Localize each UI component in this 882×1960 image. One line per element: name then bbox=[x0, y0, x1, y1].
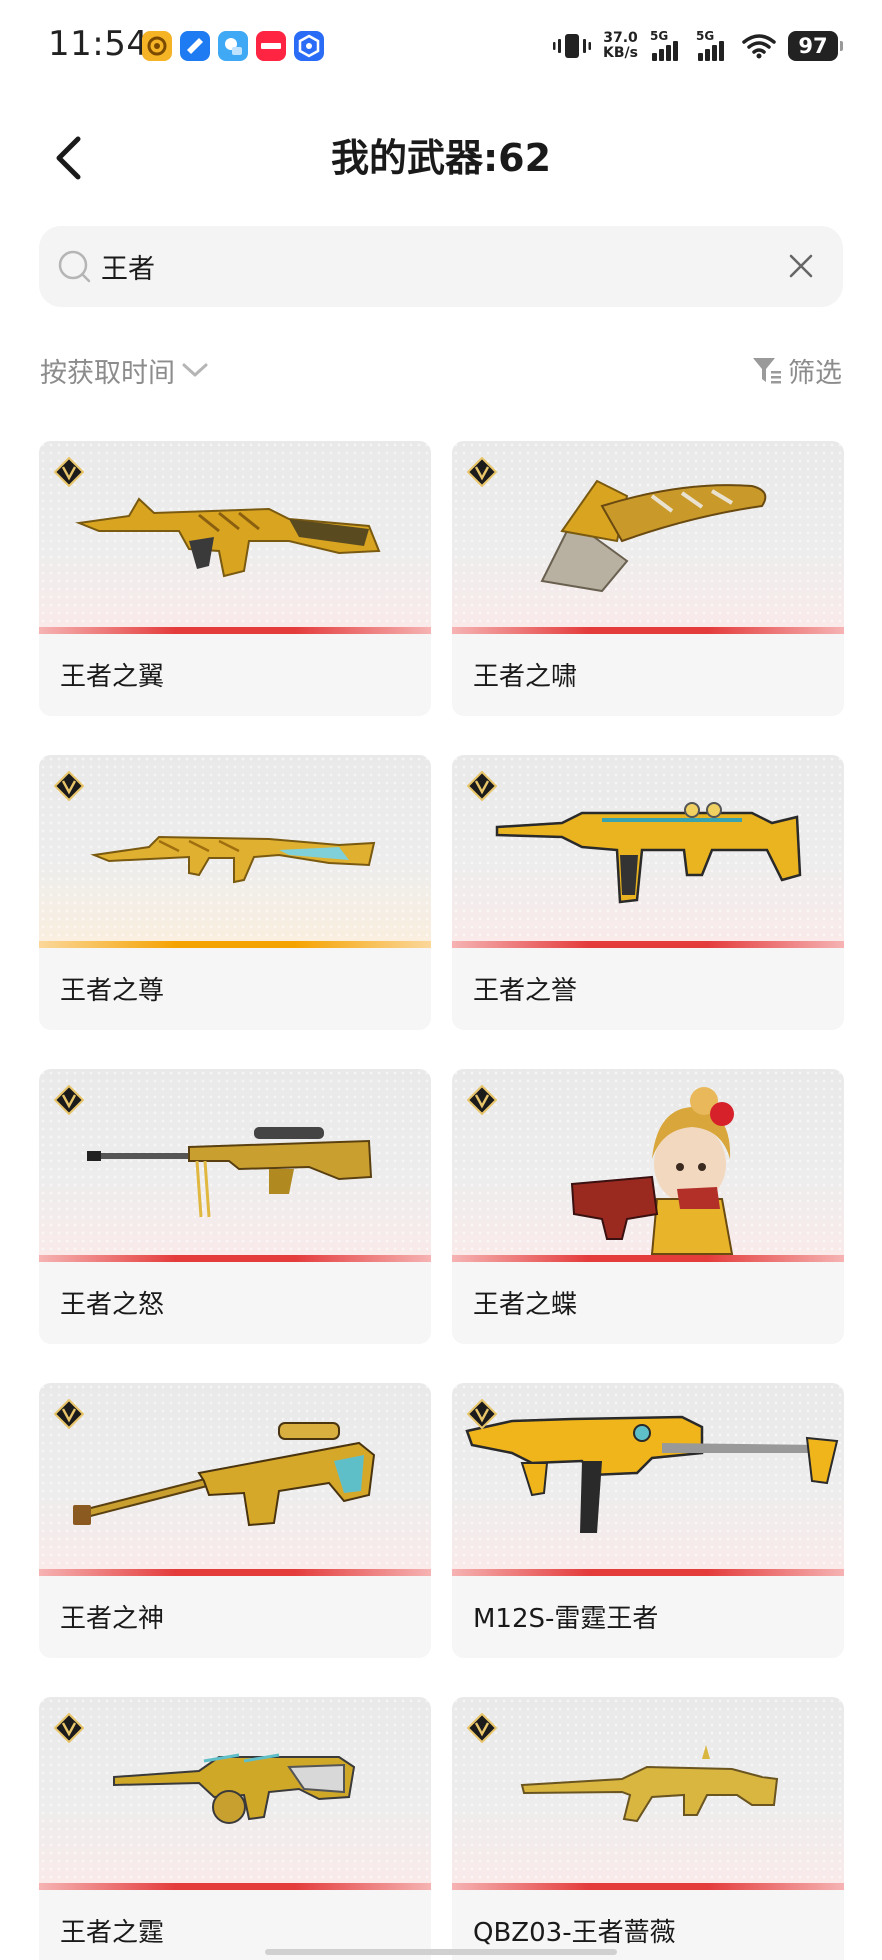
vibrate-icon bbox=[553, 34, 592, 58]
weapon-grid: 王者之翼 王者之啸 王者之尊 王者之誉 王者之怒 王者之蝶 王者之神 M12S-… bbox=[39, 441, 844, 1960]
character-with-guns-icon bbox=[570, 1087, 734, 1255]
weapon-list-screen: 11:54 37.0 KB/s 5G 5G 97 我的武器:62 王者 按获取时… bbox=[0, 0, 882, 1960]
vip-badge-icon bbox=[467, 1085, 497, 1115]
vip-badge-icon bbox=[54, 457, 84, 487]
weapon-name: QBZ03-王者蔷薇 bbox=[473, 1918, 676, 1948]
filter-button[interactable]: 筛选 bbox=[752, 350, 842, 390]
vip-badge-icon bbox=[467, 1713, 497, 1743]
weapon-card[interactable]: 王者之翼 bbox=[39, 441, 431, 716]
rifle-icon bbox=[520, 1745, 779, 1823]
weapon-card[interactable]: QBZ03-王者蔷薇 bbox=[452, 1697, 844, 1960]
weapon-card[interactable]: 王者之蝶 bbox=[452, 1069, 844, 1344]
status-time: 11:54 bbox=[48, 24, 149, 64]
clear-search-button[interactable] bbox=[781, 246, 821, 286]
machine-gun-icon bbox=[113, 1753, 356, 1824]
rifle-icon bbox=[75, 497, 381, 578]
submachine-gun-icon bbox=[465, 1415, 839, 1533]
weapon-card[interactable]: M12S-雷霆王者 bbox=[452, 1383, 844, 1658]
assault-rifle-icon bbox=[495, 802, 802, 904]
weapon-image-area bbox=[39, 1069, 431, 1262]
cellular-signal-2-icon: 5G bbox=[696, 29, 730, 61]
weapon-name: 王者之蝶 bbox=[473, 1290, 578, 1320]
wifi-icon bbox=[742, 34, 776, 59]
weapon-card[interactable]: 王者之啸 bbox=[452, 441, 844, 716]
vip-badge-icon bbox=[467, 457, 497, 487]
home-indicator[interactable] bbox=[265, 1949, 617, 1955]
vip-badge-icon bbox=[467, 1399, 497, 1429]
weapon-image-area bbox=[452, 1697, 844, 1890]
sort-label: 按获取时间 bbox=[40, 357, 175, 389]
weapon-image-area bbox=[39, 755, 431, 948]
axe-icon bbox=[540, 479, 767, 593]
weapon-image-area bbox=[452, 1383, 844, 1576]
weapon-name: 王者之神 bbox=[60, 1604, 165, 1634]
page-title: 我的武器:62 bbox=[330, 136, 552, 180]
weapon-name: 王者之誉 bbox=[473, 976, 578, 1006]
weapon-name: M12S-雷霆王者 bbox=[473, 1604, 659, 1634]
vip-badge-icon bbox=[467, 771, 497, 801]
search-icon bbox=[58, 250, 91, 283]
chevron-down-icon bbox=[182, 363, 208, 377]
xiaohongshu-icon bbox=[256, 31, 286, 61]
weapon-image-area bbox=[452, 441, 844, 634]
app-orange-icon bbox=[142, 31, 172, 61]
rifle-icon bbox=[90, 835, 376, 884]
vip-badge-icon bbox=[54, 1399, 84, 1429]
filter-label: 筛选 bbox=[788, 357, 842, 389]
weapon-image-area bbox=[452, 755, 844, 948]
app-blue2-icon bbox=[294, 31, 324, 61]
weapon-card[interactable]: 王者之誉 bbox=[452, 755, 844, 1030]
weapon-name: 王者之啸 bbox=[473, 662, 578, 692]
weapon-image-area bbox=[452, 1069, 844, 1262]
weapon-image-area bbox=[39, 441, 431, 634]
notification-icons bbox=[142, 31, 324, 61]
weapon-card[interactable]: 王者之怒 bbox=[39, 1069, 431, 1344]
sniper-rifle-icon bbox=[73, 1422, 376, 1527]
weapon-name: 王者之尊 bbox=[60, 976, 165, 1006]
search-input[interactable] bbox=[101, 240, 761, 292]
weapon-card[interactable]: 王者之神 bbox=[39, 1383, 431, 1658]
weapon-card[interactable]: 王者之尊 bbox=[39, 755, 431, 1030]
vip-badge-icon bbox=[54, 1713, 84, 1743]
cellular-signal-1-icon: 5G bbox=[650, 29, 684, 61]
app-lightblue-icon bbox=[218, 31, 248, 61]
status-bar: 11:54 37.0 KB/s 5G 5G 97 bbox=[0, 0, 882, 90]
weapon-card[interactable]: 王者之霆 bbox=[39, 1697, 431, 1960]
vip-badge-icon bbox=[54, 1085, 84, 1115]
battery-indicator: 97 bbox=[788, 31, 843, 61]
filter-icon bbox=[753, 358, 781, 384]
weapon-name: 王者之翼 bbox=[60, 662, 165, 692]
app-blue-icon bbox=[180, 31, 210, 61]
weapon-name: 王者之怒 bbox=[60, 1290, 165, 1320]
network-speed: 37.0 KB/s bbox=[603, 30, 638, 61]
sort-dropdown[interactable]: 按获取时间 bbox=[40, 350, 209, 390]
vip-badge-icon bbox=[54, 771, 84, 801]
weapon-image-area bbox=[39, 1383, 431, 1576]
weapon-image-area bbox=[39, 1697, 431, 1890]
close-icon bbox=[789, 254, 813, 278]
sniper-rifle-icon bbox=[87, 1127, 373, 1218]
status-indicators: 37.0 KB/s 5G 5G 97 bbox=[553, 28, 843, 64]
weapon-name: 王者之霆 bbox=[60, 1918, 165, 1948]
search-bar bbox=[39, 226, 843, 307]
